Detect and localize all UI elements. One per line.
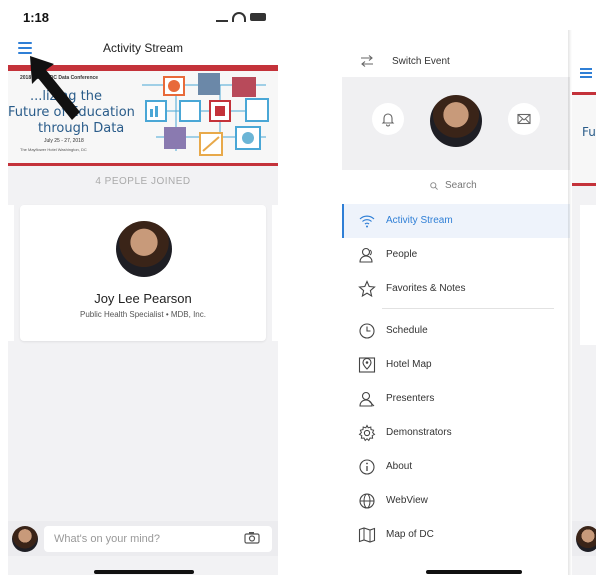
person-role: Public Health Specialist • MDB, Inc. (80, 310, 206, 319)
menu-item-label: Presenters (386, 393, 435, 404)
menu-item-label: About (386, 461, 413, 472)
peek-card (580, 205, 596, 345)
next-card-edge[interactable] (272, 205, 278, 341)
status-icons (216, 12, 266, 22)
presenters-icon (359, 391, 375, 407)
switch-event-row[interactable]: Switch Event (342, 45, 570, 77)
home-indicator (94, 570, 194, 574)
status-time: 1:18 (23, 10, 50, 25)
menu-item-label: Activity Stream (386, 215, 453, 226)
menu-item-label: Hotel Map (386, 359, 432, 370)
person-name: Joy Lee Pearson (94, 291, 192, 306)
clock-icon (359, 323, 375, 339)
star-icon (358, 280, 376, 298)
menu-item-about[interactable]: About (342, 450, 570, 484)
battery-icon (250, 13, 266, 21)
wifi-status-icon (232, 12, 246, 22)
hamburger-menu-icon[interactable] (580, 68, 592, 78)
peek-nav-bar (572, 30, 596, 92)
search-icon (430, 182, 438, 190)
banner-venue: The Mayflower Hotel Washington, DC (20, 147, 87, 152)
people-icon (359, 247, 373, 263)
people-joined-label: 4 PEOPLE JOINED (95, 176, 191, 187)
switch-arrows-icon (361, 55, 373, 67)
peek-banner-text: Fu (582, 125, 596, 139)
post-input-placeholder: What's on your mind? (54, 533, 161, 545)
avatar (576, 526, 596, 552)
previous-card-edge[interactable] (8, 205, 14, 341)
menu-shadow (568, 30, 572, 575)
messages-button[interactable] (508, 103, 540, 135)
pointer-arrow-icon (30, 56, 80, 120)
menu-item-activity-stream[interactable]: Activity Stream (342, 204, 570, 238)
menu-item-presenters[interactable]: Presenters (342, 382, 570, 416)
avatar[interactable] (116, 221, 172, 277)
menu-item-demonstrators[interactable]: Demonstrators (342, 416, 570, 450)
page-title: Activity Stream (102, 41, 183, 55)
switch-event-label: Switch Event (392, 56, 450, 67)
status-bar: 1:18 (8, 0, 278, 32)
wifi-icon (359, 215, 375, 228)
search-label: Search (445, 180, 477, 191)
bell-icon (381, 113, 395, 127)
menu-item-label: WebView (386, 495, 428, 506)
menu-item-label: People (386, 249, 418, 260)
composer-avatar[interactable] (12, 526, 38, 552)
menu-item-label: Map of DC (386, 529, 434, 540)
menu-item-schedule[interactable]: Schedule (342, 314, 570, 348)
gear-icon (358, 424, 376, 442)
avatar[interactable] (430, 95, 482, 147)
home-indicator (426, 570, 522, 574)
banner-data-graphic (142, 73, 269, 156)
notifications-button[interactable] (372, 103, 404, 135)
menu-item-people[interactable]: People (342, 238, 570, 272)
peek-banner (572, 92, 596, 186)
active-indicator (342, 204, 344, 238)
menu-item-label: Demonstrators (386, 427, 452, 438)
map-icon (358, 527, 376, 543)
camera-icon[interactable] (244, 531, 260, 544)
banner-dates: July 25 - 27, 2018 (44, 138, 84, 144)
globe-icon (359, 493, 375, 509)
menu-item-favorites-notes[interactable]: Favorites & Notes (342, 272, 570, 306)
menu-item-map-of-dc[interactable]: Map of DC (342, 518, 570, 552)
menu-item-label: Favorites & Notes (386, 283, 466, 294)
menu-item-webview[interactable]: WebView (342, 484, 570, 518)
menu-item-hotel-map[interactable]: Hotel Map (342, 348, 570, 382)
map-pin-icon (358, 357, 376, 373)
menu-divider (382, 308, 554, 309)
signal-icon (216, 12, 228, 22)
envelope-icon (517, 113, 531, 125)
menu-item-label: Schedule (386, 325, 428, 336)
info-icon (359, 459, 375, 475)
